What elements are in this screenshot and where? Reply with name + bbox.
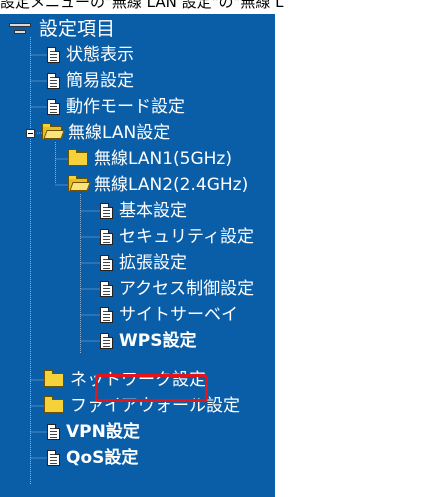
collapse-toggle-icon[interactable] xyxy=(26,128,35,138)
tree-item-label: 状態表示 xyxy=(66,45,134,65)
tree-item-label: サイトサーベイ xyxy=(119,305,238,325)
document-icon xyxy=(100,281,113,297)
tree-item-label: 基本設定 xyxy=(119,201,187,221)
tree-item-label: VPN設定 xyxy=(66,422,140,442)
settings-root-icon xyxy=(9,22,31,36)
tree-item-security-settings[interactable]: セキュリティ設定 xyxy=(100,224,254,250)
folder-icon xyxy=(68,149,88,166)
tree-item-label: 動作モード設定 xyxy=(66,97,185,117)
tree-item-label: 無線LAN2(2.4GHz) xyxy=(94,175,249,195)
tree-item-network-settings[interactable]: ネットワーク設定 xyxy=(44,367,206,393)
tree-root[interactable]: 設定項目 xyxy=(9,16,115,42)
caption-text: 設定メニューの"無線 LAN 設定"の"無線 L xyxy=(0,0,284,11)
tree-item-label: QoS設定 xyxy=(66,448,139,468)
document-icon xyxy=(100,333,113,349)
tree-item-label: セキュリティ設定 xyxy=(119,227,254,247)
document-icon xyxy=(47,73,60,89)
document-icon xyxy=(47,424,60,440)
tree-item-status[interactable]: 状態表示 xyxy=(47,42,134,68)
tree-item-wps-settings[interactable]: WPS設定 xyxy=(100,328,196,354)
folder-icon xyxy=(44,370,64,387)
document-icon xyxy=(47,450,60,466)
settings-tree-panel: 設定項目 状態表示 簡易設定 動作モード設定 無線LAN設定 無線LAN1(5G… xyxy=(0,14,275,497)
document-icon xyxy=(100,203,113,219)
folder-open-icon xyxy=(68,175,88,192)
tree-item-wireless-lan1[interactable]: 無線LAN1(5GHz) xyxy=(68,146,232,172)
document-icon xyxy=(100,229,113,245)
tree-item-wireless-lan[interactable]: 無線LAN設定 xyxy=(26,120,170,146)
tree-item-firewall-settings[interactable]: ファイアウォール設定 xyxy=(44,393,240,419)
tree-item-basic-settings[interactable]: 基本設定 xyxy=(100,198,187,224)
tree-item-label: ネットワーク設定 xyxy=(70,370,206,390)
tree-item-label: 拡張設定 xyxy=(119,253,187,273)
tree-item-label: WPS設定 xyxy=(119,331,197,351)
tree-item-label: 簡易設定 xyxy=(66,71,134,91)
folder-icon xyxy=(44,396,64,413)
folder-open-icon xyxy=(42,123,62,140)
document-icon xyxy=(100,307,113,323)
tree-item-site-survey[interactable]: サイトサーベイ xyxy=(100,302,238,328)
tree-item-qos-settings[interactable]: QoS設定 xyxy=(47,445,138,471)
tree-item-wireless-lan2[interactable]: 無線LAN2(2.4GHz) xyxy=(68,172,248,198)
tree-item-access-control[interactable]: アクセス制御設定 xyxy=(100,276,254,302)
tree-item-label: 無線LAN1(5GHz) xyxy=(94,149,232,169)
document-icon xyxy=(100,255,113,271)
tree-item-label: 無線LAN設定 xyxy=(68,123,171,143)
document-icon xyxy=(47,99,60,115)
tree-root-label: 設定項目 xyxy=(39,18,116,40)
tree-item-advanced-settings[interactable]: 拡張設定 xyxy=(100,250,187,276)
tree-item-label: ファイアウォール設定 xyxy=(70,396,240,416)
tree-item-operation-mode[interactable]: 動作モード設定 xyxy=(47,94,185,120)
tree-item-quick-setup[interactable]: 簡易設定 xyxy=(47,68,134,94)
tree-item-vpn-settings[interactable]: VPN設定 xyxy=(47,419,140,445)
document-icon xyxy=(47,47,60,63)
tree-item-label: アクセス制御設定 xyxy=(119,279,255,299)
